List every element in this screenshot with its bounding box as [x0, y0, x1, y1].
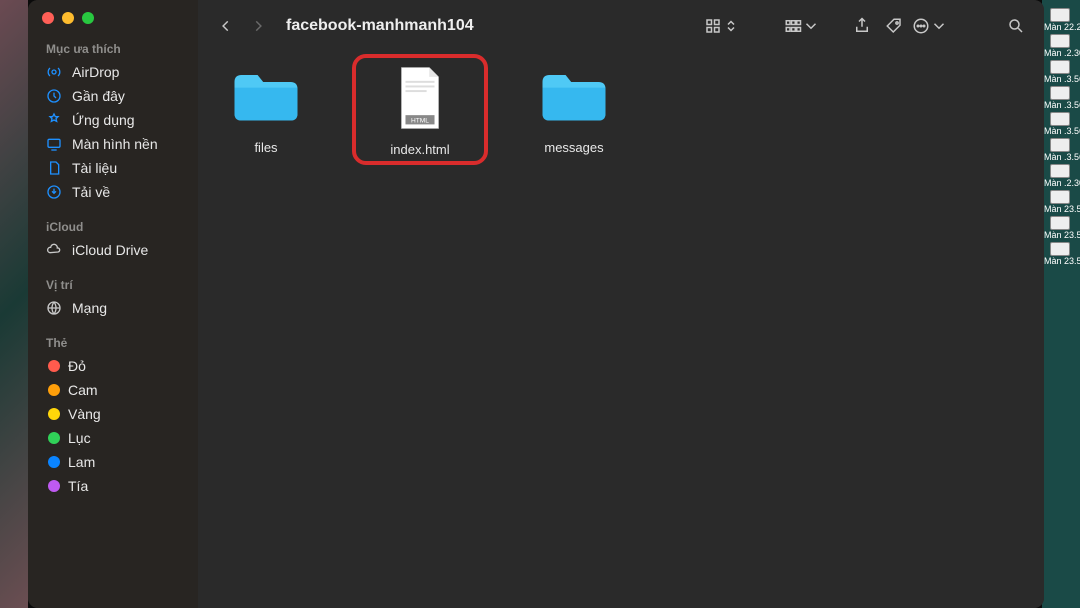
desktop-icon-label: Màn 23.57 [1044, 204, 1080, 214]
desktop-icon-label: Màn .2.30 [1044, 48, 1080, 58]
tag-dot-blue [48, 456, 60, 468]
up-down-chevron-icon [722, 17, 740, 35]
sidebar-tag-purple[interactable]: Tía [28, 474, 198, 498]
file-index-html[interactable]: HTML index.html [356, 58, 484, 161]
airdrop-icon [46, 64, 62, 80]
desktop-icon-label: Màn .3.56 [1044, 74, 1080, 84]
sidebar-item-recents[interactable]: Gần đây [28, 84, 198, 108]
sidebar-item-network[interactable]: Mạng [28, 296, 198, 320]
sidebar-header-locations: Vị trí [28, 272, 198, 296]
sidebar-item-applications[interactable]: Ứng dụng [28, 108, 198, 132]
desktop-icon-label: Màn 23.57 [1044, 256, 1080, 266]
sidebar-tags: Thẻ Đỏ Cam Vàng Lục Lam Tía [28, 330, 198, 498]
sidebar-tag-orange[interactable]: Cam [28, 378, 198, 402]
desktop-icon-label: Màn 23.57 [1044, 230, 1080, 240]
item-label: messages [524, 140, 624, 155]
desktop-icon-label: Màn .2.30 [1044, 178, 1080, 188]
content-area[interactable]: files HTML index.html messages [198, 52, 1044, 608]
sidebar-item-label: Vàng [68, 406, 101, 422]
tag-button[interactable] [880, 12, 908, 40]
document-icon [46, 160, 62, 176]
sidebar-item-label: Đỏ [68, 358, 86, 374]
network-icon [46, 300, 62, 316]
main-area: facebook-manhmanh104 [198, 0, 1044, 608]
desktop-wallpaper-left [0, 0, 28, 608]
sidebar-item-documents[interactable]: Tài liệu [28, 156, 198, 180]
tag-dot-red [48, 360, 60, 372]
forward-button[interactable] [244, 12, 272, 40]
sidebar-tag-blue[interactable]: Lam [28, 450, 198, 474]
sidebar-tag-red[interactable]: Đỏ [28, 354, 198, 378]
sidebar-locations: Vị trí Mạng [28, 272, 198, 320]
minimize-button[interactable] [62, 12, 74, 24]
folder-files[interactable]: files [216, 58, 316, 155]
sidebar-header-favorites: Mục ưa thích [28, 36, 198, 60]
sidebar-favorites: Mục ưa thích AirDrop Gần đây Ứng dụng Mà… [28, 36, 198, 204]
sidebar-tag-green[interactable]: Lục [28, 426, 198, 450]
sidebar-item-label: Lam [68, 454, 95, 470]
group-grid-icon [784, 17, 802, 35]
sidebar-item-icloud-drive[interactable]: iCloud Drive [28, 238, 198, 262]
clock-icon [46, 88, 62, 104]
apps-icon [46, 112, 62, 128]
desktop-icon-label: Màn 22.29 [1044, 22, 1080, 32]
item-label: index.html [360, 142, 480, 157]
action-menu-button[interactable] [912, 17, 948, 35]
desktop-icon-label: Màn .3.56 [1044, 152, 1080, 162]
share-button[interactable] [848, 12, 876, 40]
html-file-icon: HTML [377, 62, 463, 134]
finder-window: Mục ưa thích AirDrop Gần đây Ứng dụng Mà… [28, 0, 1044, 608]
tag-icon [885, 17, 903, 35]
window-controls [28, 12, 198, 36]
sidebar-item-label: Gần đây [72, 88, 125, 104]
html-badge-text: HTML [411, 117, 429, 124]
window-title: facebook-manhmanh104 [286, 17, 474, 35]
sidebar-item-label: Tía [68, 478, 88, 494]
sidebar-item-label: Mạng [72, 300, 107, 316]
sidebar-item-label: Màn hình nền [72, 136, 158, 152]
grid-icon [704, 17, 722, 35]
sidebar-item-desktop[interactable]: Màn hình nền [28, 132, 198, 156]
close-button[interactable] [42, 12, 54, 24]
share-icon [853, 17, 871, 35]
tag-dot-green [48, 432, 60, 444]
sidebar-item-label: Cam [68, 382, 98, 398]
tag-dot-yellow [48, 408, 60, 420]
sidebar-header-tags: Thẻ [28, 330, 198, 354]
sidebar-icloud: iCloud iCloud Drive [28, 214, 198, 262]
cloud-icon [46, 242, 62, 258]
sidebar-item-label: iCloud Drive [72, 242, 148, 258]
folder-messages[interactable]: messages [524, 58, 624, 155]
folder-icon [223, 60, 309, 132]
tag-dot-orange [48, 384, 60, 396]
sidebar-item-label: Lục [68, 430, 91, 446]
toolbar: facebook-manhmanh104 [198, 0, 1044, 52]
view-icons-button[interactable] [704, 17, 740, 35]
search-icon [1007, 17, 1025, 35]
folder-icon [531, 60, 617, 132]
sidebar-item-label: Tài liệu [72, 160, 117, 176]
search-button[interactable] [1002, 12, 1030, 40]
item-label: files [216, 140, 316, 155]
sidebar-item-downloads[interactable]: Tải về [28, 180, 198, 204]
desktop-icon [46, 136, 62, 152]
desktop-icon-label: Màn .3.56 [1044, 126, 1080, 136]
sidebar-item-label: Ứng dụng [72, 112, 135, 128]
desktop-icon-label: Màn .3.56 [1044, 100, 1080, 110]
downloads-icon [46, 184, 62, 200]
chevron-down-icon [930, 17, 948, 35]
maximize-button[interactable] [82, 12, 94, 24]
sidebar-tag-yellow[interactable]: Vàng [28, 402, 198, 426]
sidebar: Mục ưa thích AirDrop Gần đây Ứng dụng Mà… [28, 0, 198, 608]
tag-dot-purple [48, 480, 60, 492]
sidebar-item-airdrop[interactable]: AirDrop [28, 60, 198, 84]
group-by-button[interactable] [784, 17, 820, 35]
sidebar-item-label: AirDrop [72, 64, 119, 80]
sidebar-item-label: Tải về [72, 184, 110, 200]
sidebar-header-icloud: iCloud [28, 214, 198, 238]
desktop-icons-column: Màn 22.29 Màn .2.30 Màn .3.56 Màn .3.56 … [1042, 0, 1080, 608]
ellipsis-circle-icon [912, 17, 930, 35]
back-button[interactable] [212, 12, 240, 40]
chevron-down-icon [802, 17, 820, 35]
